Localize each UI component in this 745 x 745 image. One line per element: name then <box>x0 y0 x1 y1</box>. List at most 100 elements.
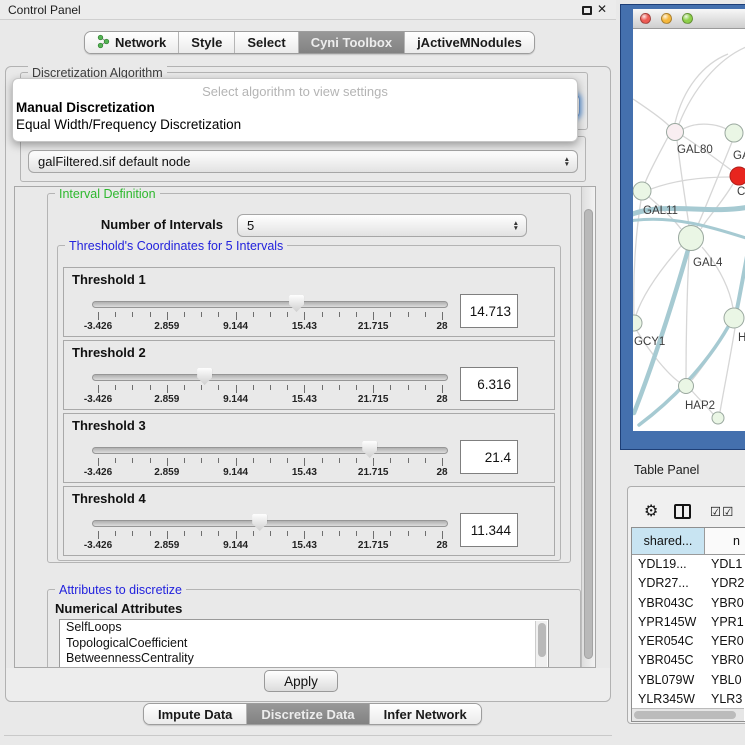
tick-label: 28 <box>436 540 447 551</box>
close-icon[interactable]: ✕ <box>597 2 607 16</box>
table-data-combo[interactable]: galFiltered.sif default node ▲▼ <box>28 150 578 173</box>
table-panel-title: Table Panel <box>634 463 699 477</box>
network-edge[interactable] <box>633 99 670 127</box>
tab-impute-data[interactable]: Impute Data <box>144 704 247 724</box>
panel-scrollbar-thumb[interactable] <box>584 209 593 659</box>
threshold-value-field[interactable]: 11.344 <box>460 513 518 547</box>
network-node-gcy1[interactable] <box>633 315 642 331</box>
table-row[interactable]: YBL079WYBL0 <box>632 671 745 690</box>
table-row[interactable]: YBR045CYBR0 <box>632 651 745 670</box>
tab-select[interactable]: Select <box>235 32 298 53</box>
slider-thumb[interactable] <box>252 514 267 531</box>
dropdown-option-manual-discretization[interactable]: Manual Discretization <box>16 100 155 115</box>
network-edge[interactable] <box>720 328 735 412</box>
tab-network[interactable]: Network <box>85 32 179 53</box>
tick-mark <box>373 385 374 393</box>
apply-button[interactable]: Apply <box>264 670 338 692</box>
network-edge[interactable] <box>645 137 668 183</box>
panel-scrollbar[interactable] <box>581 187 595 667</box>
tick-mark <box>184 312 185 317</box>
network-node-gal80[interactable] <box>667 124 684 141</box>
network-edge[interactable] <box>634 200 641 315</box>
float-window-icon[interactable] <box>582 6 592 15</box>
tab-cyni-toolbox[interactable]: Cyni Toolbox <box>299 32 405 53</box>
tick-mark <box>167 531 168 539</box>
attributes-group-title: Attributes to discretize <box>55 583 186 597</box>
network-edge[interactable] <box>651 177 730 189</box>
table-horizontal-scrollbar[interactable] <box>632 708 744 721</box>
table-row[interactable]: YDL19...YDL1 <box>632 555 745 574</box>
tab-jactivemnodules[interactable]: jActiveMNodules <box>405 32 534 53</box>
numerical-attributes-list[interactable]: SelfLoopsTopologicalCoefficientBetweenne… <box>59 619 549 668</box>
cell-name: YBR0 <box>711 651 744 670</box>
tick-label: 28 <box>436 394 447 405</box>
table-row[interactable]: YBR043CYBR0 <box>632 594 745 613</box>
list-item-topologicalcoefficient[interactable]: TopologicalCoefficient <box>60 636 548 652</box>
network-graph: GAL80GACGAL11GAL4GCY1HHAP2 <box>633 29 745 431</box>
network-node[interactable] <box>712 412 724 424</box>
tick-mark <box>201 312 202 317</box>
node-label: GAL4 <box>693 257 723 269</box>
tick-mark <box>304 458 305 466</box>
tick-label: 21.715 <box>358 467 389 478</box>
tab-infer-network[interactable]: Infer Network <box>370 704 481 724</box>
minimize-traffic-light[interactable] <box>661 13 672 24</box>
column-header-name[interactable]: n <box>705 528 745 555</box>
columns-icon[interactable] <box>674 504 691 519</box>
tick-mark <box>339 312 340 317</box>
network-edge[interactable] <box>679 47 745 124</box>
network-edge[interactable] <box>683 124 728 130</box>
slider-track[interactable] <box>92 447 448 454</box>
slider-thumb[interactable] <box>197 368 212 385</box>
slider-track[interactable] <box>92 520 448 527</box>
network-node-hap2[interactable] <box>679 379 694 394</box>
tick-mark <box>98 531 99 539</box>
table-horizontal-scrollbar-thumb[interactable] <box>634 711 736 719</box>
tick-mark <box>270 458 271 463</box>
threshold-value-field[interactable]: 14.713 <box>460 294 518 328</box>
tick-label: 9.144 <box>223 540 248 551</box>
list-item-betweennesscentrality[interactable]: BetweennessCentrality <box>60 651 548 667</box>
network-node-h[interactable] <box>724 308 744 328</box>
tick-label: 2.859 <box>154 467 179 478</box>
checkbox-icons[interactable]: ☑☑ <box>710 504 734 519</box>
threshold-3-panel: Threshold 3-3.4262.8599.14415.4321.71528… <box>63 413 555 483</box>
network-edge[interactable] <box>636 246 681 315</box>
network-node-gal11[interactable] <box>633 182 651 200</box>
table-row[interactable]: YDR27...YDR2 <box>632 574 745 593</box>
close-traffic-light[interactable] <box>640 13 651 24</box>
list-item-selfloops[interactable]: SelfLoops <box>60 620 548 636</box>
dropdown-option-equal-width-frequency[interactable]: Equal Width/Frequency Discretization <box>16 117 241 132</box>
tick-mark <box>390 458 391 463</box>
network-canvas[interactable]: GAL80GACGAL11GAL4GCY1HHAP2 <box>633 29 745 431</box>
cell-name: YDL1 <box>711 555 742 574</box>
network-node-gal4[interactable] <box>679 226 704 251</box>
table-row[interactable]: YLR345WYLR3 <box>632 690 745 709</box>
zoom-traffic-light[interactable] <box>682 13 693 24</box>
list-scrollbar-thumb[interactable] <box>538 623 546 657</box>
tick-label: 2.859 <box>154 394 179 405</box>
table-row[interactable]: YER054CYER0 <box>632 632 745 651</box>
tick-mark <box>150 531 151 536</box>
threshold-value-field[interactable]: 6.316 <box>460 367 518 401</box>
tab-style[interactable]: Style <box>179 32 235 53</box>
list-scrollbar[interactable] <box>535 621 547 667</box>
slider-track[interactable] <box>92 301 448 308</box>
tick-mark <box>218 312 219 317</box>
tab-discretize-data[interactable]: Discretize Data <box>247 704 369 724</box>
tick-label: 9.144 <box>223 321 248 332</box>
tick-mark <box>253 458 254 463</box>
tick-label: 21.715 <box>358 540 389 551</box>
column-header-shared-name[interactable]: shared... <box>632 528 705 555</box>
threshold-value-field[interactable]: 21.4 <box>460 440 518 474</box>
slider-thumb[interactable] <box>362 441 377 458</box>
slider-thumb[interactable] <box>289 295 304 312</box>
node-table: shared... n YDL19...YDL1YDR27...YDR2YBR0… <box>631 527 745 722</box>
table-row[interactable]: YPR145WYPR1 <box>632 613 745 632</box>
network-node-c[interactable] <box>730 167 745 185</box>
gear-icon[interactable]: ⚙ <box>644 501 658 521</box>
network-edge[interactable] <box>686 251 689 378</box>
slider-track[interactable] <box>92 374 448 381</box>
network-node-ga[interactable] <box>725 124 743 142</box>
cell-shared-name: YPR145W <box>638 613 696 632</box>
